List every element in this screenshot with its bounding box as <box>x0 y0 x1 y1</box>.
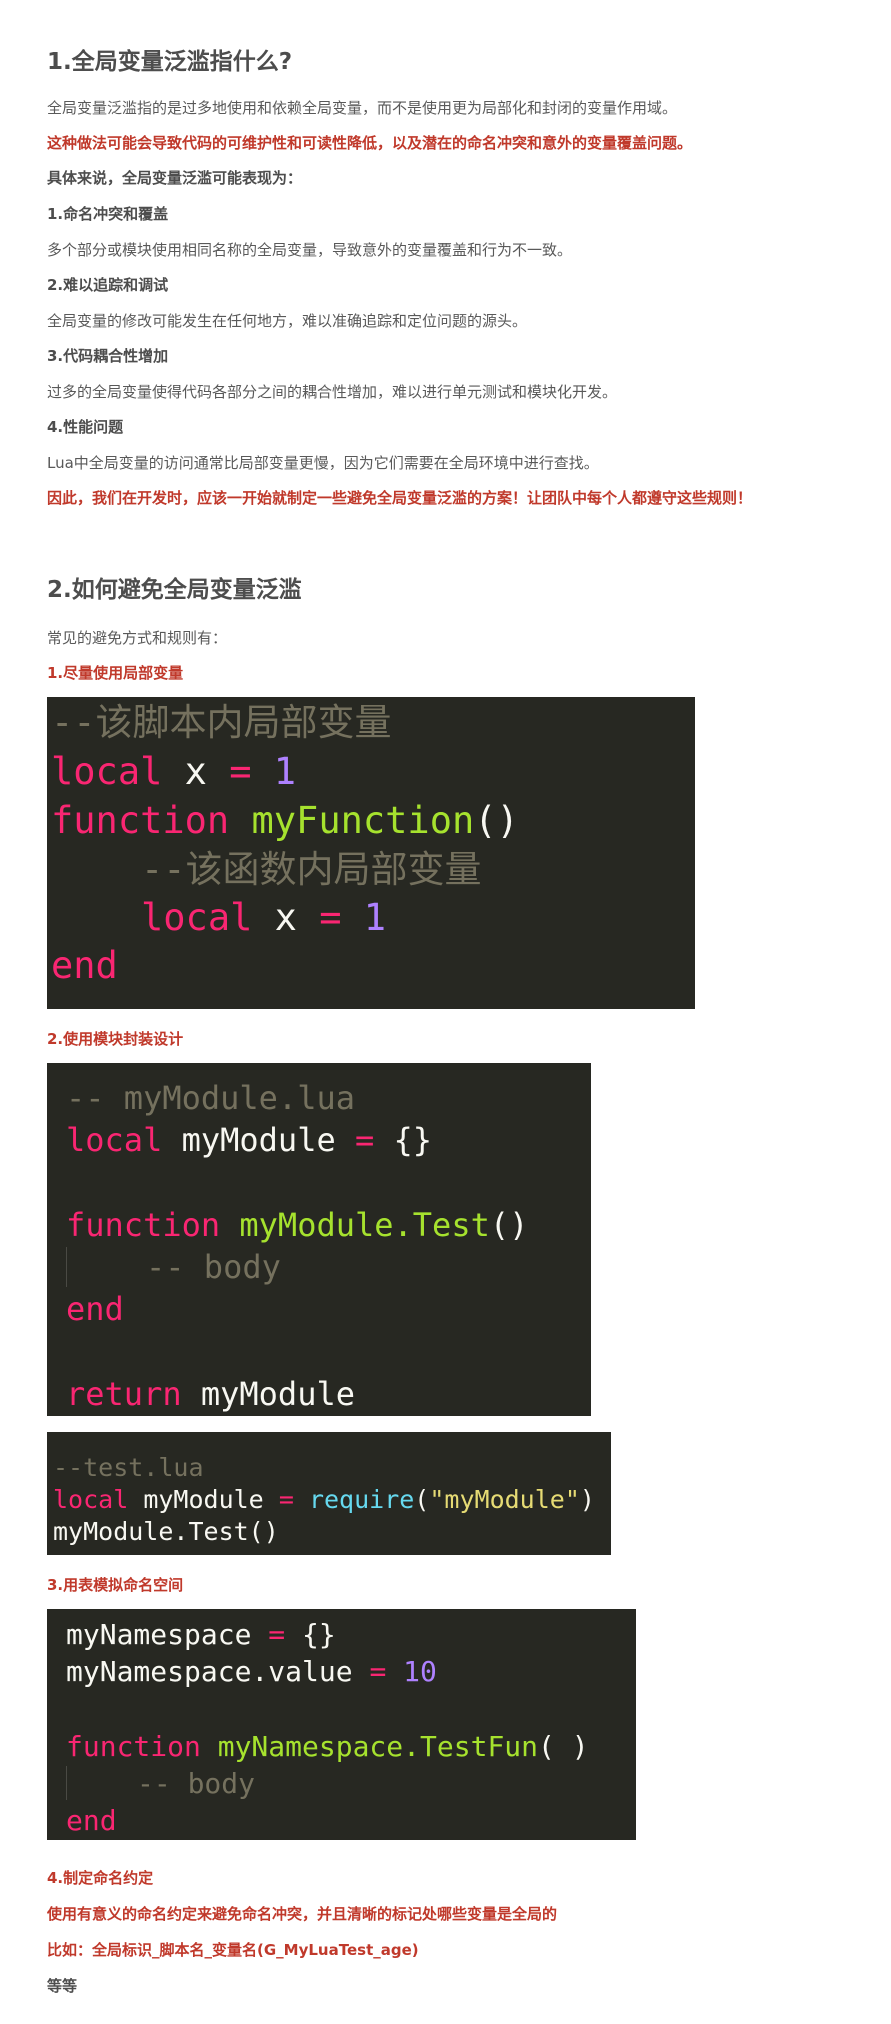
code-identifier: myModule <box>200 1375 355 1413</box>
code-identifier: x <box>274 896 297 939</box>
code-line: local myModule = {} <box>66 1119 432 1161</box>
code-operator: = <box>369 1655 387 1688</box>
code-operator: = <box>229 750 252 793</box>
code-parens: () <box>474 799 519 842</box>
code-line: -- body <box>146 1246 281 1288</box>
code-number: 1 <box>363 896 387 939</box>
code-comment: --该脚本内局部变量 <box>51 701 392 744</box>
indent-guide <box>66 1766 67 1800</box>
code-keyword: local <box>141 896 253 939</box>
code-line: local myModule = require("myModule") <box>53 1484 595 1516</box>
code-call: myModule.Test() <box>53 1517 279 1546</box>
code-keyword: end <box>51 944 118 987</box>
code-parens: () <box>489 1206 529 1244</box>
code-builtin: require <box>308 1485 415 1514</box>
code-line: return myModule <box>66 1373 355 1415</box>
code-line: end <box>66 1288 124 1330</box>
code-comment: --test.lua <box>53 1453 204 1482</box>
section1-intro: 全局变量泛滥指的是过多地使用和依赖全局变量，而不是使用更为局部化和封闭的变量作用… <box>47 99 678 117</box>
code-keyword: local <box>53 1485 129 1514</box>
code-keyword: function <box>51 799 230 842</box>
code-identifier: myModule <box>143 1485 264 1514</box>
code-block-namespace: myNamespace = {} myNamespace.value = 10 … <box>47 1609 636 1840</box>
code-line: local x = 1 <box>51 748 296 796</box>
code-line: -- myModule.lua <box>66 1077 355 1119</box>
rule1-title: 1.尽量使用局部变量 <box>47 664 184 682</box>
code-identifier: x <box>184 750 207 793</box>
section1-conclusion: 因此，我们在开发时，应该一开始就制定一些避免全局变量泛滥的方案！让团队中每个人都… <box>47 489 753 507</box>
code-braces: {} <box>393 1121 433 1159</box>
code-line: end <box>51 942 118 990</box>
rule2-title: 2.使用模块封装设计 <box>47 1030 184 1048</box>
rule4-example: 比如：全局标识_脚本名_变量名(G_MyLuaTest_age) <box>47 1941 419 1959</box>
code-number: 10 <box>403 1655 437 1688</box>
code-line: --该脚本内局部变量 <box>51 699 392 747</box>
code-block-module: -- myModule.lua local myModule = {} func… <box>47 1063 591 1416</box>
code-comment: -- body <box>137 1767 256 1800</box>
item3-desc: 过多的全局变量使得代码各部分之间的耦合性增加，难以进行单元测试和模块化开发。 <box>47 383 618 401</box>
code-line: --该函数内局部变量 <box>141 846 482 894</box>
code-paren: ) <box>579 1485 595 1514</box>
item4-desc: Lua中全局变量的访问通常比局部变量更慢，因为它们需要在全局环境中进行查找。 <box>47 454 599 472</box>
section1-warning: 这种做法可能会导致代码的可维护性和可读性降低，以及潜在的命名冲突和意外的变量覆盖… <box>47 134 693 152</box>
code-keyword: local <box>51 750 163 793</box>
code-string: "myModule" <box>429 1485 580 1514</box>
code-identifier: myModule <box>181 1121 336 1159</box>
section2-title: 2.如何避免全局变量泛滥 <box>47 577 302 603</box>
code-line: function myFunction() <box>51 797 519 845</box>
code-braces: {} <box>302 1618 336 1651</box>
code-paren: ( <box>414 1485 430 1514</box>
code-comment: -- myModule.lua <box>66 1079 355 1117</box>
code-parens: ( ) <box>538 1730 589 1763</box>
code-line: function myNamespace.TestFun( ) <box>66 1728 589 1765</box>
section2-intro: 常见的避免方式和规则有： <box>47 629 228 647</box>
section1-title: 1.全局变量泛滥指什么? <box>47 49 293 75</box>
code-operator: = <box>319 896 342 939</box>
code-keyword: function <box>66 1730 201 1763</box>
item1-desc: 多个部分或模块使用相同名称的全局变量，导致意外的变量覆盖和行为不一致。 <box>47 241 573 259</box>
code-line: -- body <box>137 1765 255 1802</box>
code-line: myModule.Test() <box>53 1516 279 1548</box>
code-operator: = <box>278 1485 294 1514</box>
code-line: local x = 1 <box>141 894 386 942</box>
item2-desc: 全局变量的修改可能发生在任何地方，难以准确追踪和定位问题的源头。 <box>47 312 528 330</box>
code-function-name: myFunction <box>251 799 475 842</box>
code-line: myNamespace = {} <box>66 1616 336 1653</box>
code-identifier: myNamespace <box>66 1618 252 1651</box>
code-comment: --该函数内局部变量 <box>141 848 482 891</box>
code-line: function myModule.Test() <box>66 1204 528 1246</box>
code-block-require: --test.lua local myModule = require("myM… <box>47 1432 611 1555</box>
item2-title: 2.难以追踪和调试 <box>47 276 169 294</box>
code-operator: = <box>268 1618 286 1651</box>
code-keyword: end <box>66 1290 124 1328</box>
code-identifier: myNamespace.value <box>66 1655 353 1688</box>
code-operator: = <box>354 1121 375 1159</box>
rule4-desc: 使用有意义的命名约定来避免命名冲突，并且清晰的标记处哪些变量是全局的 <box>47 1905 558 1923</box>
item3-title: 3.代码耦合性增加 <box>47 347 169 365</box>
code-line: myNamespace.value = 10 <box>66 1653 437 1690</box>
code-keyword: function <box>66 1206 221 1244</box>
code-block-local-vars: --该脚本内局部变量 local x = 1 function myFuncti… <box>47 697 695 1009</box>
code-line: --test.lua <box>53 1452 204 1484</box>
etc-text: 等等 <box>47 1977 78 1995</box>
code-keyword: end <box>66 1804 117 1837</box>
code-function-name: myNamespace.TestFun <box>217 1730 539 1763</box>
code-function-name: myModule.Test <box>239 1206 490 1244</box>
rule3-title: 3.用表模拟命名空间 <box>47 1576 184 1594</box>
code-keyword: local <box>66 1121 163 1159</box>
rule4-title: 4.制定命名约定 <box>47 1869 154 1887</box>
item4-title: 4.性能问题 <box>47 418 124 436</box>
code-number: 1 <box>273 750 297 793</box>
indent-guide <box>66 1247 67 1287</box>
code-comment: -- body <box>146 1248 281 1286</box>
section1-lead: 具体来说，全局变量泛滥可能表现为： <box>47 169 303 187</box>
code-line: end <box>66 1802 117 1839</box>
code-keyword: return <box>66 1375 182 1413</box>
item1-title: 1.命名冲突和覆盖 <box>47 205 169 223</box>
